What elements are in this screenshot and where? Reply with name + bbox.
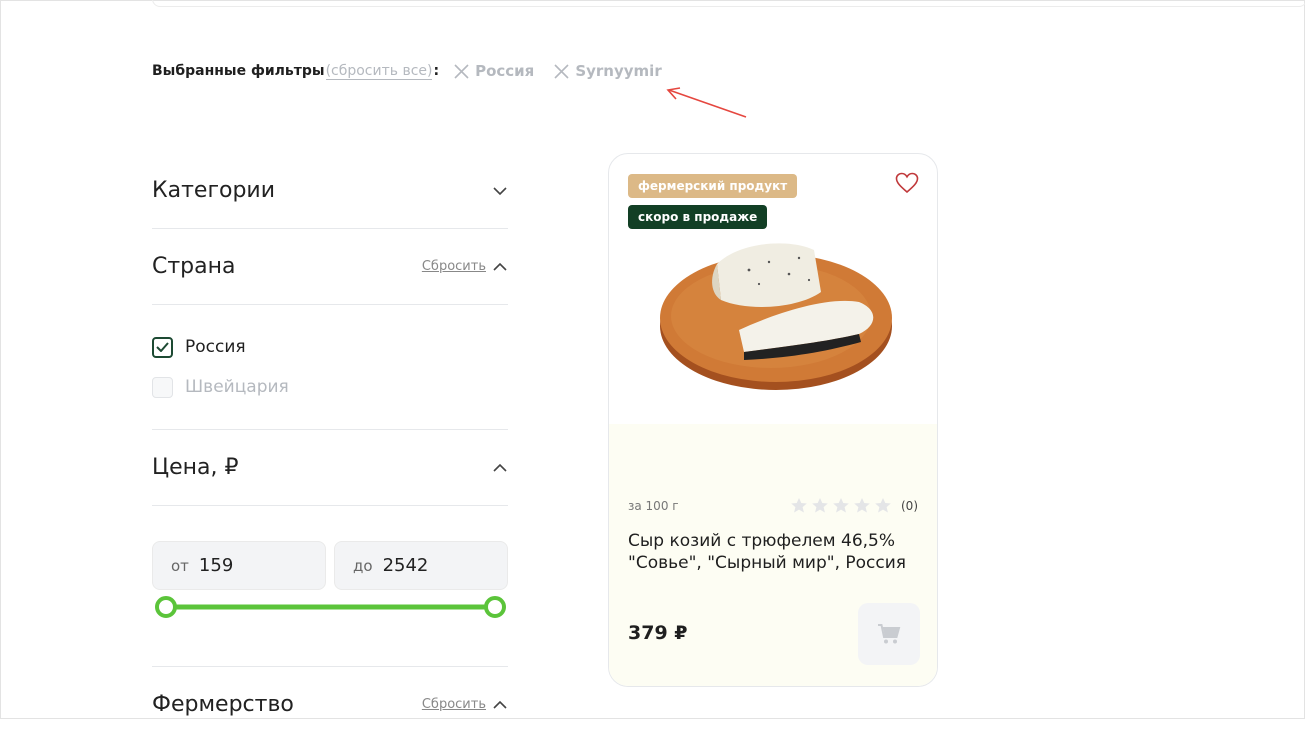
slider-handle-max[interactable] xyxy=(484,596,506,618)
filter-chip-label: Syrnyymir xyxy=(575,62,662,80)
price-to-value: 2542 xyxy=(382,555,429,576)
slider-handle-min[interactable] xyxy=(155,596,177,618)
rating-stars: (0) xyxy=(790,497,918,514)
chevron-up-icon[interactable] xyxy=(492,460,508,476)
checkbox-disabled xyxy=(152,376,173,398)
star-icon xyxy=(791,498,807,513)
star-icon xyxy=(812,498,828,513)
star-icon xyxy=(833,498,849,513)
close-icon xyxy=(454,63,469,79)
farm-reset-link[interactable]: Сбросить xyxy=(422,697,486,712)
product-weight: за 100 г xyxy=(628,499,679,513)
section-title: Цена, ₽ xyxy=(152,455,239,480)
checkmark-icon xyxy=(156,342,169,352)
section-farm[interactable]: Фермерство Сбросить xyxy=(152,667,508,742)
filter-sidebar: Категории Страна Сбросить Россия Швейцар… xyxy=(152,153,508,742)
chevron-up-icon[interactable] xyxy=(492,259,508,275)
close-icon xyxy=(554,63,569,79)
price-from-value: 159 xyxy=(198,555,234,576)
price-inputs: от 159 до 2542 xyxy=(152,541,508,590)
star-icon xyxy=(875,498,891,513)
add-to-cart-button[interactable] xyxy=(858,603,920,665)
product-name-line: "Совье", "Сырный мир", Россия xyxy=(628,553,907,573)
price-slider[interactable] xyxy=(155,594,507,620)
section-categories[interactable]: Категории xyxy=(152,153,508,229)
section-title: Категории xyxy=(152,178,276,203)
section-title: Страна xyxy=(152,254,236,279)
price-from-label: от xyxy=(171,556,189,575)
top-bar-edge xyxy=(152,0,1305,7)
section-price[interactable]: Цена, ₽ xyxy=(152,430,508,506)
country-option-switzerland: Швейцария xyxy=(152,367,508,407)
badge-coming-soon: скоро в продаже xyxy=(628,205,768,229)
product-price: 379 ₽ xyxy=(628,622,688,644)
price-to-label: до xyxy=(353,556,373,575)
cart-icon xyxy=(878,624,901,644)
selected-filters-title: Выбранные фильтры xyxy=(152,63,325,79)
price-range: от 159 до 2542 xyxy=(152,506,508,667)
product-image xyxy=(660,243,892,390)
section-actions: Сбросить xyxy=(422,697,508,713)
section-title: Фермерство xyxy=(152,692,294,717)
checkbox-label: Россия xyxy=(185,337,246,357)
section-country[interactable]: Страна Сбросить xyxy=(152,229,508,305)
selected-filters: Выбранные фильтры (сбросить все) : Росси… xyxy=(152,60,682,82)
country-option-russia[interactable]: Россия xyxy=(152,327,508,367)
chevron-down-icon xyxy=(493,186,507,195)
product-card[interactable]: фермерский продукт скоро в продаже за 10… xyxy=(608,153,938,687)
annotation-arrow-icon xyxy=(666,87,747,118)
checkbox-label: Швейцария xyxy=(185,377,289,397)
product-name-line: Сыр козий с трюфелем 46,5% xyxy=(628,531,896,551)
price-to-input[interactable]: до 2542 xyxy=(334,541,508,590)
review-count: (0) xyxy=(901,498,918,513)
country-reset-link[interactable]: Сбросить xyxy=(422,259,486,274)
filter-chip-syrnyymir[interactable]: Syrnyymir xyxy=(554,62,662,80)
chevron-up-icon[interactable] xyxy=(492,697,508,713)
country-options: Россия Швейцария xyxy=(152,305,508,430)
reset-all-link[interactable]: (сбросить все) xyxy=(325,63,433,80)
star-icon xyxy=(854,498,870,513)
selected-filters-colon: : xyxy=(433,63,440,79)
filter-chip-label: Россия xyxy=(475,62,535,80)
heart-icon[interactable] xyxy=(895,172,919,194)
checkbox-checked[interactable] xyxy=(152,336,173,358)
price-from-input[interactable]: от 159 xyxy=(152,541,326,590)
section-actions: Сбросить xyxy=(422,259,508,275)
product-name[interactable]: Сыр козий с трюфелем 46,5% "Совье", "Сыр… xyxy=(628,530,928,574)
badge-farm-product: фермерский продукт xyxy=(628,174,798,198)
filter-chip-russia[interactable]: Россия xyxy=(454,62,534,80)
